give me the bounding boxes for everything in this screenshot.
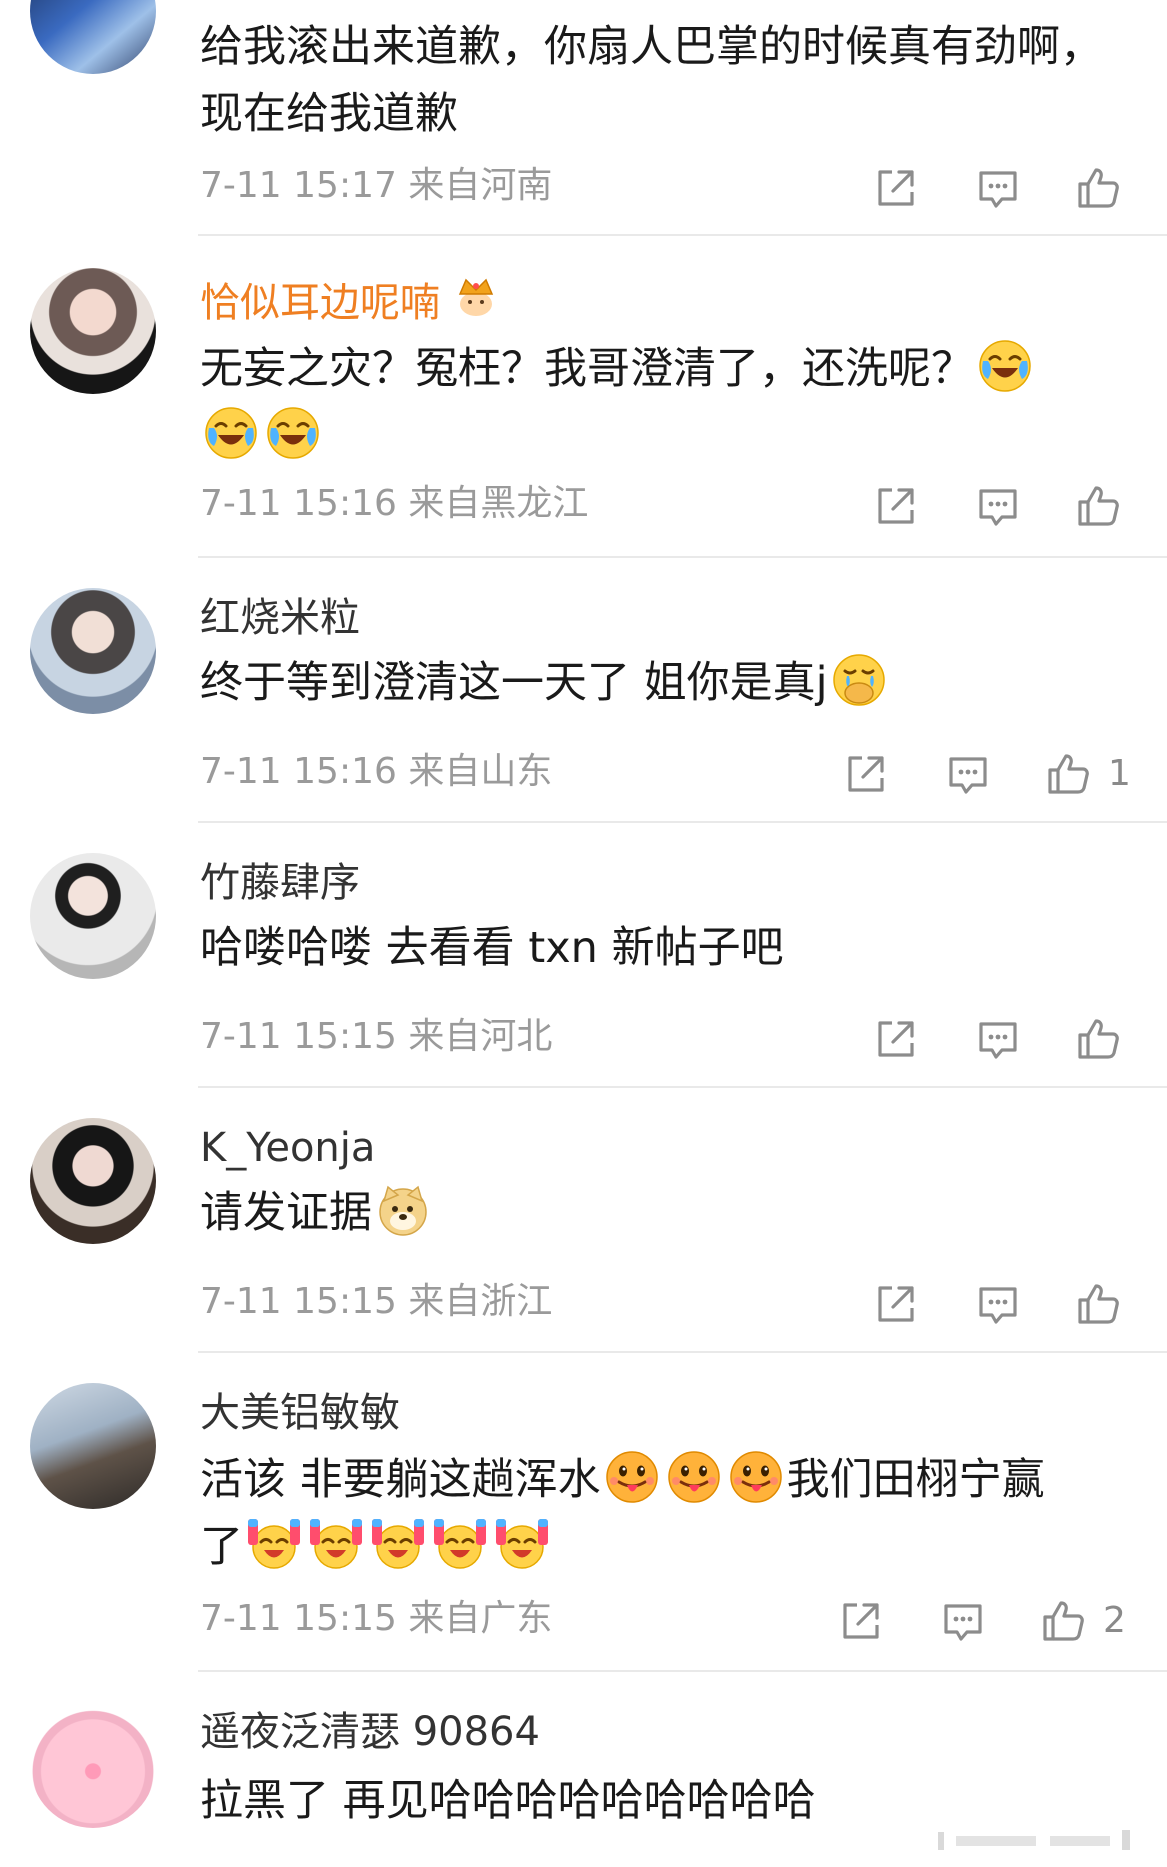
comment-username[interactable]: 大美铝敏敏 — [200, 1389, 400, 1437]
comment-meta: 7-11 15:15 来自广东 — [200, 1597, 552, 1641]
share-icon[interactable] — [872, 1015, 920, 1063]
comment-time: 7-11 15:17 — [200, 165, 397, 206]
comment-text: 请发证据 — [200, 1180, 1107, 1247]
laugh-cry-emoji — [204, 406, 258, 460]
comment-location: 来自广东 — [408, 1598, 553, 1639]
like-icon[interactable] — [1074, 482, 1122, 530]
avatar[interactable] — [30, 268, 156, 394]
comment-item: 竹藤肆序 哈喽哈喽 去看看 txn 新帖子吧 7-11 15:15 来自河北 — [0, 823, 1167, 1088]
avatar[interactable] — [30, 1702, 156, 1828]
laugh-cry-emoji — [978, 339, 1032, 393]
like-count: 1 — [1108, 753, 1131, 794]
share-icon[interactable] — [842, 750, 890, 798]
avatar[interactable] — [30, 1118, 156, 1244]
tongue-out-emoji — [667, 1450, 721, 1504]
comment-text: 无妄之灾？冤枉？我哥澄清了，还洗呢？ — [200, 336, 1107, 470]
tongue-out-emoji — [729, 1450, 783, 1504]
comment-icon[interactable] — [974, 482, 1022, 530]
comment-location: 来自黑龙江 — [408, 483, 589, 524]
like-icon[interactable] — [1074, 1015, 1122, 1063]
comment-username[interactable]: 恰似耳边呢喃 — [200, 272, 500, 327]
comment-icon[interactable] — [974, 1280, 1022, 1328]
share-icon[interactable] — [837, 1597, 885, 1645]
avatar[interactable] — [30, 0, 156, 74]
cheering-cry-emoji — [433, 1517, 487, 1571]
comment-actions — [872, 482, 1132, 538]
like-icon[interactable] — [1074, 1280, 1122, 1328]
like-icon[interactable] — [1074, 164, 1122, 212]
comment-meta: 7-11 15:15 来自浙江 — [200, 1280, 552, 1324]
doge-emoji — [376, 1183, 430, 1237]
comment-item: 恰似耳边呢喃 无妄之灾？冤枉？我哥澄清了，还洗呢？ 7-11 15:16 来自黑… — [0, 236, 1167, 558]
comment-text: 活该 非要躺这趟浑水 我们田栩宁赢了 — [200, 1447, 1107, 1581]
like-icon[interactable] — [1044, 750, 1092, 798]
comment-text: 拉黑了 再见哈哈哈哈哈哈哈哈哈 — [200, 1776, 816, 1826]
comment-icon[interactable] — [974, 164, 1022, 212]
like-icon[interactable] — [1039, 1597, 1087, 1645]
comment-time: 7-11 15:16 — [200, 751, 397, 792]
comment-time: 7-11 15:15 — [200, 1598, 397, 1639]
tongue-out-emoji — [605, 1450, 659, 1504]
avatar[interactable] — [30, 588, 156, 714]
cry-cover-mouth-emoji — [832, 653, 886, 707]
comment-actions: 1 — [842, 750, 1142, 806]
comment-item: 大美铝敏敏 活该 非要躺这趟浑水 我们田栩宁赢了 7-11 15:15 来自广东 … — [0, 1353, 1167, 1672]
crown-badge-icon — [452, 272, 500, 320]
comment-location: 来自河北 — [408, 1016, 553, 1057]
cheering-cry-emoji — [247, 1517, 301, 1571]
cheering-cry-emoji — [309, 1517, 363, 1571]
comment-meta: 7-11 15:15 来自河北 — [200, 1015, 552, 1059]
comment-meta: 7-11 15:16 来自山东 — [200, 750, 552, 794]
comment-meta: 7-11 15:16 来自黑龙江 — [200, 482, 588, 526]
comment-icon[interactable] — [939, 1597, 987, 1645]
share-icon[interactable] — [872, 164, 920, 212]
comment-username[interactable]: K_Yeonja — [200, 1124, 375, 1172]
comment-text: 哈喽哈喽 去看看 txn 新帖子吧 — [200, 923, 784, 973]
comment-icon[interactable] — [944, 750, 992, 798]
comment-item: 给我滚出来道歉，你扇人巴掌的时候真有劲啊，现在给我道歉 7-11 15:17 来… — [0, 0, 1167, 236]
comment-actions — [872, 1015, 1132, 1071]
laugh-cry-emoji — [266, 406, 320, 460]
watermark-marks — [938, 1830, 1130, 1850]
comment-item: 红烧米粒 终于等到澄清这一天了 姐你是真j 7-11 15:16 来自山东 1 — [0, 558, 1167, 823]
comment-username[interactable]: 遥夜泛清瑟 90864 — [200, 1708, 540, 1756]
comment-time: 7-11 15:15 — [200, 1016, 397, 1057]
cheering-cry-emoji — [371, 1517, 425, 1571]
comment-item: K_Yeonja 请发证据 7-11 15:15 来自浙江 — [0, 1088, 1167, 1353]
comment-username[interactable]: 红烧米粒 — [200, 594, 360, 642]
cheering-cry-emoji — [495, 1517, 549, 1571]
comment-time: 7-11 15:15 — [200, 1281, 397, 1322]
comment-location: 来自山东 — [408, 751, 553, 792]
avatar[interactable] — [30, 1383, 156, 1509]
comment-text: 终于等到澄清这一天了 姐你是真j — [200, 650, 1107, 717]
share-icon[interactable] — [872, 482, 920, 530]
comment-text: 给我滚出来道歉，你扇人巴掌的时候真有劲啊，现在给我道歉 — [200, 22, 1103, 139]
comment-location: 来自河南 — [408, 165, 553, 206]
comment-actions — [872, 1280, 1132, 1336]
comment-actions: 2 — [837, 1597, 1137, 1653]
comment-username[interactable]: 竹藤肆序 — [200, 859, 360, 907]
avatar[interactable] — [30, 853, 156, 979]
comment-meta: 7-11 15:17 来自河南 — [200, 164, 552, 208]
like-count: 2 — [1103, 1600, 1126, 1641]
comment-icon[interactable] — [974, 1015, 1022, 1063]
comment-location: 来自浙江 — [408, 1281, 553, 1322]
comment-actions — [872, 164, 1132, 220]
share-icon[interactable] — [872, 1280, 920, 1328]
comment-time: 7-11 15:16 — [200, 483, 397, 524]
